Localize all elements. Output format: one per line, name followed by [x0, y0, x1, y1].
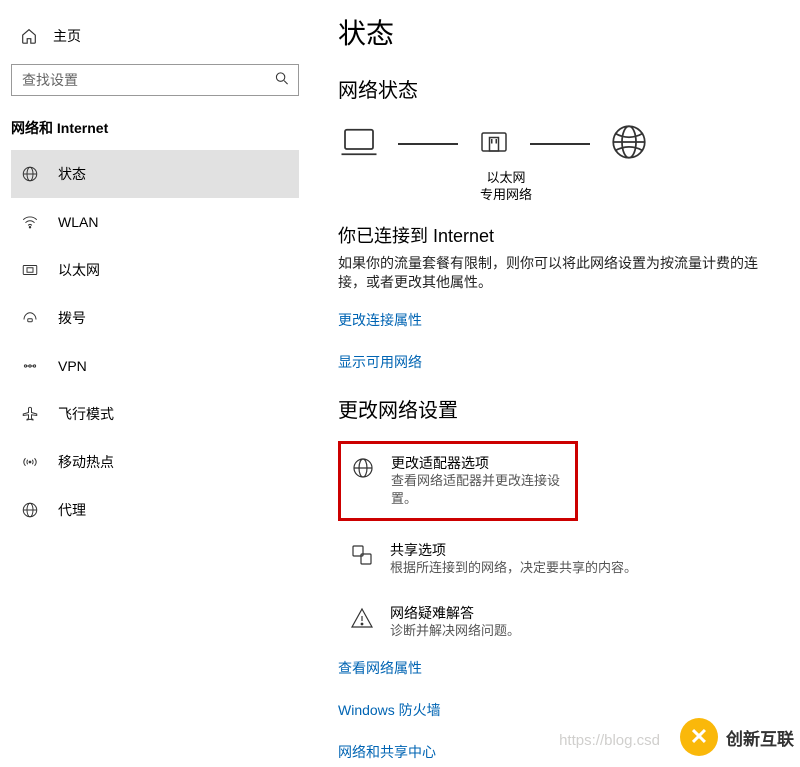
vpn-icon: [20, 356, 40, 376]
connected-desc: 如果你的流量套餐有限制，则你可以将此网络设置为按流量计费的连接，或者更改其他属性…: [338, 254, 760, 292]
change-settings-heading: 更改网络设置: [338, 394, 760, 423]
diagram-label-1: 以太网: [466, 170, 546, 187]
wifi-icon: [20, 212, 40, 232]
sidebar-item-label: 状态: [58, 164, 86, 184]
sidebar-item-airplane[interactable]: 飞行模式: [11, 390, 299, 438]
dialup-icon: [20, 308, 40, 328]
option-desc: 诊断并解决网络问题。: [390, 622, 520, 640]
sidebar: 主页 网络和 Internet 状态 WLAN 以太网 拨号: [0, 0, 310, 767]
sidebar-item-proxy[interactable]: 代理: [11, 486, 299, 534]
brand-icon: ✕: [680, 718, 718, 756]
link-view-properties[interactable]: 查看网络属性: [338, 658, 760, 678]
search-icon[interactable]: [275, 72, 289, 89]
diagram-line: [398, 143, 458, 145]
diagram-labels: 以太网 专用网络: [466, 170, 546, 204]
home-button[interactable]: 主页: [11, 22, 299, 58]
watermark: https://blog.csd: [559, 732, 660, 749]
ethernet-icon: [20, 260, 40, 280]
airplane-icon: [20, 404, 40, 424]
option-troubleshoot[interactable]: 网络疑难解答 诊断并解决网络问题。: [338, 596, 760, 648]
proxy-icon: [20, 500, 40, 520]
sidebar-item-status[interactable]: 状态: [11, 150, 299, 198]
network-diagram: [338, 121, 760, 166]
home-label: 主页: [53, 26, 81, 46]
link-show-available[interactable]: 显示可用网络: [338, 352, 760, 372]
page-title: 状态: [338, 12, 760, 52]
sidebar-item-vpn[interactable]: VPN: [11, 342, 299, 390]
option-title: 共享选项: [390, 541, 637, 559]
sidebar-item-label: 代理: [58, 500, 86, 520]
option-sharing[interactable]: 共享选项 根据所连接到的网络，决定要共享的内容。: [338, 533, 760, 585]
brand-logo: ✕ 创新互联: [674, 713, 794, 761]
diagram-line: [530, 143, 590, 145]
option-title: 网络疑难解答: [390, 604, 520, 622]
sidebar-item-ethernet[interactable]: 以太网: [11, 246, 299, 294]
sidebar-item-hotspot[interactable]: 移动热点: [11, 438, 299, 486]
status-icon: [20, 164, 40, 184]
hotspot-icon: [20, 452, 40, 472]
globe-icon: [608, 121, 650, 166]
link-change-connection[interactable]: 更改连接属性: [338, 310, 760, 330]
laptop-icon: [338, 121, 380, 166]
option-title: 更改适配器选项: [391, 454, 570, 472]
option-desc: 根据所连接到的网络，决定要共享的内容。: [390, 559, 637, 577]
sharing-icon: [350, 543, 374, 567]
main-content: 状态 网络状态 以太网 专用网络 你已连接到 Internet 如果你的流量套餐…: [310, 0, 800, 767]
network-status-heading: 网络状态: [338, 74, 760, 103]
diagram-label-2: 专用网络: [466, 187, 546, 204]
sidebar-item-dialup[interactable]: 拨号: [11, 294, 299, 342]
sidebar-item-label: WLAN: [58, 214, 98, 230]
home-icon: [19, 26, 39, 46]
option-adapter[interactable]: 更改适配器选项 查看网络适配器并更改连接设置。: [338, 441, 578, 522]
sidebar-item-label: 以太网: [58, 260, 100, 280]
sidebar-item-label: 拨号: [58, 308, 86, 328]
connected-heading: 你已连接到 Internet: [338, 222, 760, 248]
warning-icon: [350, 606, 374, 630]
search-container: [11, 64, 299, 96]
option-desc: 查看网络适配器并更改连接设置。: [391, 472, 570, 508]
sidebar-item-wlan[interactable]: WLAN: [11, 198, 299, 246]
brand-text: 创新互联: [726, 725, 794, 750]
sidebar-item-label: VPN: [58, 358, 87, 374]
search-input[interactable]: [11, 64, 299, 96]
sidebar-section-title: 网络和 Internet: [11, 114, 299, 142]
router-icon: [476, 124, 512, 163]
sidebar-item-label: 飞行模式: [58, 404, 114, 424]
sidebar-item-label: 移动热点: [58, 452, 114, 472]
adapter-icon: [351, 456, 375, 480]
